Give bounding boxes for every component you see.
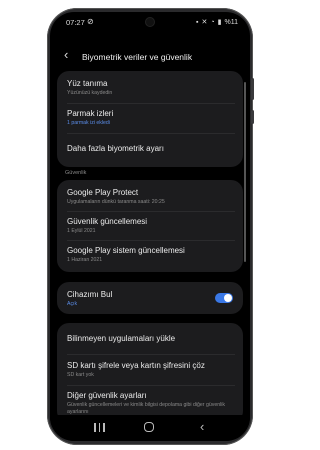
divider (67, 103, 235, 104)
back-nav-icon[interactable]: ‹ (200, 419, 204, 434)
find-my-device-toggle[interactable] (215, 293, 233, 303)
security-update-title: Güvenlik güncellemesi (67, 217, 148, 226)
status-time: 07:27 (66, 18, 85, 27)
play-system-update-subtitle: 1 Haziran 2021 (67, 257, 103, 263)
fingerprints-item[interactable]: Parmak izleri 1 parmak izi ekledi (67, 109, 235, 126)
security-card: Google Play Protect Uygulamaların dünkü … (57, 180, 243, 272)
find-my-device-title: Cihazımı Bul (67, 290, 113, 299)
install-unknown-apps-item[interactable]: Bilinmeyen uygulamaları yükle (67, 334, 235, 343)
encrypt-sd-card-subtitle: SD kart yok (67, 372, 94, 378)
toggle-knob (224, 294, 232, 302)
security-update-subtitle: 1 Eylül 2021 (67, 228, 96, 234)
face-recognition-item[interactable]: Yüz tanıma Yüzünüzü kaydedin (67, 79, 235, 96)
play-system-update-title: Google Play sistem güncellemesi (67, 246, 185, 255)
notification-icon: ▪ (196, 18, 199, 26)
page-header: ‹ Biyometrik veriler ve güvenlik (50, 44, 250, 68)
more-biometric-settings-title: Daha fazla biyometrik ayarı (67, 144, 164, 153)
other-security-settings-subtitle: Güvenlik güncellemeleri ve kimlik bilgis… (67, 402, 226, 415)
navigation-bar: ‹ (50, 415, 250, 441)
google-play-protect-item[interactable]: Google Play Protect Uygulamaların dünkü … (67, 188, 235, 205)
dnd-icon: ⊘ (87, 17, 94, 26)
recents-icon[interactable] (94, 423, 105, 432)
face-recognition-subtitle: Yüzünüzü kaydedin (67, 90, 113, 96)
other-security-card: Bilinmeyen uygulamaları yükle SD kartı ş… (57, 323, 243, 423)
fingerprints-subtitle: 1 parmak izi ekledi (67, 120, 110, 126)
encrypt-sd-card-title: SD kartı şifrele veya kartın şifresini ç… (67, 361, 205, 370)
play-system-update-item[interactable]: Google Play sistem güncellemesi 1 Hazira… (67, 246, 235, 263)
status-bar: 07:27 ⊘ ▪ ✕ ◔ ▮ %11 (50, 12, 250, 34)
divider (67, 240, 235, 241)
mute-icon: ✕ (201, 19, 208, 26)
back-button[interactable]: ‹ (64, 48, 68, 61)
volume-button (251, 78, 254, 100)
phone-screen: 07:27 ⊘ ▪ ✕ ◔ ▮ %11 ‹ Biyometrik veriler… (50, 12, 250, 441)
more-biometric-settings-item[interactable]: Daha fazla biyometrik ayarı (67, 144, 235, 153)
power-button (251, 110, 254, 124)
divider (67, 133, 235, 134)
encrypt-sd-card-item[interactable]: SD kartı şifrele veya kartın şifresini ç… (67, 361, 235, 378)
find-my-device-subtitle: Açık (67, 301, 78, 307)
other-security-settings-title: Diğer güvenlik ayarları (67, 391, 147, 400)
divider (67, 385, 235, 386)
google-play-protect-title: Google Play Protect (67, 188, 139, 197)
scrollbar[interactable] (244, 82, 246, 262)
biometrics-card: Yüz tanıma Yüzünüzü kaydedin Parmak izle… (57, 71, 243, 167)
google-play-protect-subtitle: Uygulamaların dünkü taranma saati: 20:25 (67, 199, 165, 205)
home-icon[interactable] (144, 422, 154, 432)
wifi-icon: ◔ (210, 18, 215, 26)
security-update-item[interactable]: Güvenlik güncellemesi 1 Eylül 2021 (67, 217, 235, 234)
divider (67, 211, 235, 212)
find-my-device-card[interactable]: Cihazımı Bul Açık (57, 282, 243, 314)
other-security-settings-item[interactable]: Diğer güvenlik ayarları Güvenlik güncell… (67, 391, 235, 415)
face-recognition-title: Yüz tanıma (67, 79, 108, 88)
front-camera (146, 18, 154, 26)
status-icons: ▪ ✕ ◔ ▮ %11 (196, 18, 239, 27)
page-title: Biyometrik veriler ve güvenlik (82, 52, 193, 62)
battery-level: %11 (224, 18, 239, 26)
signal-icon: ▮ (217, 19, 222, 26)
security-section-label: Güvenlik (65, 170, 87, 176)
divider (67, 354, 235, 355)
find-my-device-item[interactable]: Cihazımı Bul Açık (67, 290, 235, 307)
install-unknown-apps-title: Bilinmeyen uygulamaları yükle (67, 334, 176, 343)
fingerprints-title: Parmak izleri (67, 109, 114, 118)
